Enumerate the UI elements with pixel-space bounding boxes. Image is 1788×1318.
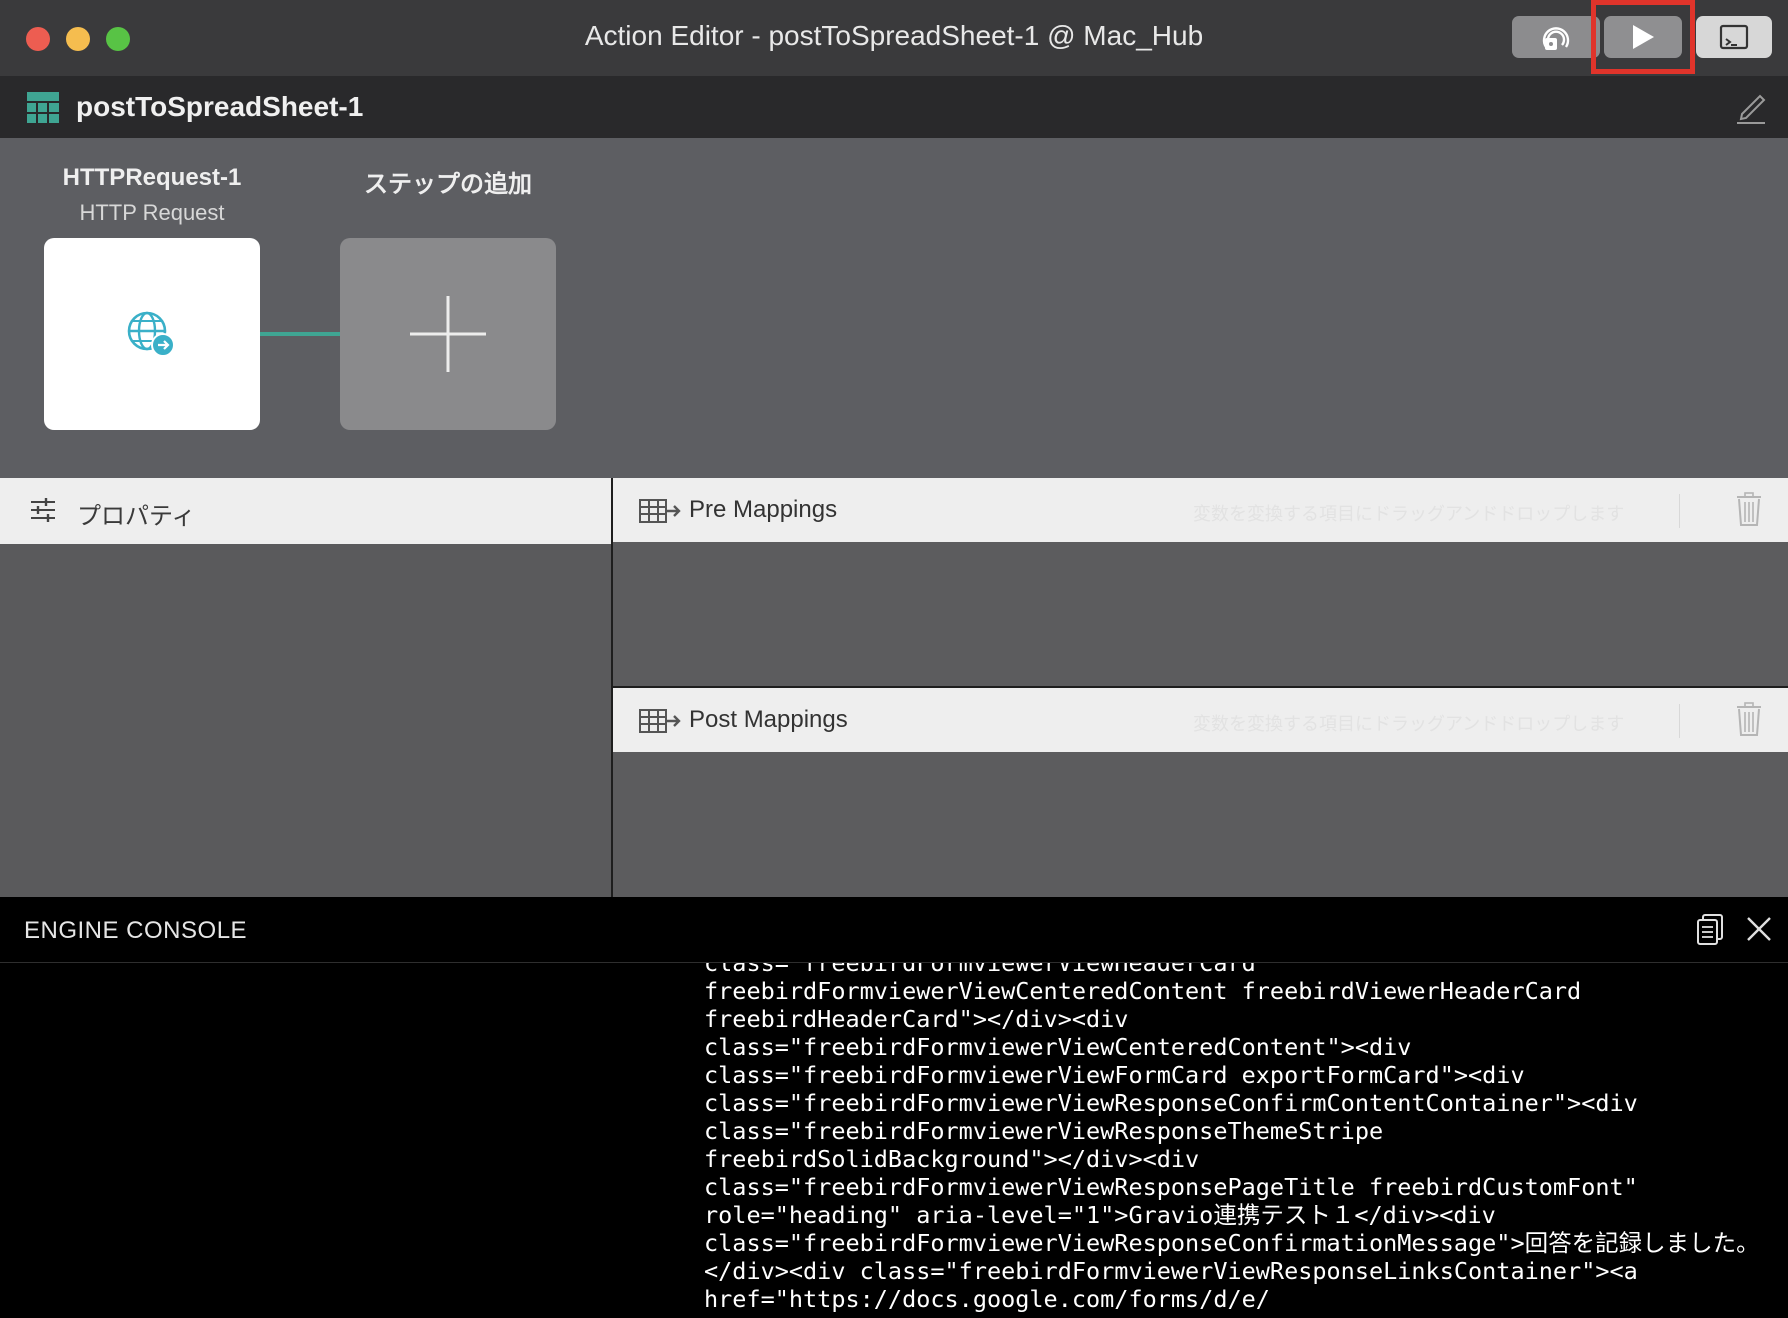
console-header: ENGINE CONSOLE bbox=[0, 897, 1788, 963]
pre-mappings-label: Pre Mappings bbox=[689, 496, 838, 523]
trash-icon[interactable] bbox=[1736, 492, 1762, 526]
post-mappings-area[interactable] bbox=[613, 752, 1788, 897]
mapping-arrow-icon bbox=[639, 499, 681, 523]
log-line: </div><div class="freebirdFormviewerView… bbox=[704, 1257, 1638, 1285]
step-subtitle: HTTP Request bbox=[79, 200, 225, 225]
engine-console: ENGINE CONSOLE class="freebirdFormviewer… bbox=[0, 897, 1788, 1318]
log-line: freebirdHeaderCard"></div><div bbox=[704, 1005, 1129, 1033]
log-line: class="freebirdFormviewerViewResponseCon… bbox=[704, 1229, 1760, 1257]
log-line: href="https://docs.google.com/forms/d/e/ bbox=[704, 1285, 1270, 1313]
properties-panel bbox=[0, 544, 611, 897]
log-line: class="freebirdFormviewerViewHeaderCard bbox=[704, 963, 1256, 977]
broadcast-button[interactable] bbox=[1512, 16, 1600, 58]
header-separator bbox=[1679, 494, 1680, 528]
broadcast-tag-icon bbox=[1542, 27, 1570, 50]
console-title: ENGINE CONSOLE bbox=[24, 917, 248, 944]
log-line: freebirdSolidBackground"></div><div bbox=[704, 1145, 1200, 1173]
properties-header: プロパティ bbox=[0, 478, 611, 544]
add-step-button[interactable] bbox=[340, 238, 556, 430]
console-toggle-button[interactable] bbox=[1696, 16, 1772, 58]
log-line: class="freebirdFormviewerViewResponsePag… bbox=[704, 1173, 1638, 1201]
post-mappings-hint: 変数を変換する項目にドラッグアンドドロップします bbox=[1193, 714, 1625, 734]
log-line: class="freebirdFormviewerViewFormCard ex… bbox=[704, 1061, 1525, 1089]
action-grid-icon bbox=[27, 92, 59, 123]
terminal-icon bbox=[1719, 24, 1749, 50]
plus-icon bbox=[410, 296, 486, 372]
header-separator bbox=[1679, 704, 1680, 738]
title-bar: Action Editor - postToSpreadSheet-1 @ Ma… bbox=[0, 0, 1788, 76]
copy-icon[interactable] bbox=[1696, 914, 1724, 946]
step-connector bbox=[260, 332, 340, 336]
run-button-highlight bbox=[1591, 0, 1695, 74]
log-line: class="freebirdFormviewerViewResponseThe… bbox=[704, 1117, 1384, 1145]
close-icon[interactable] bbox=[1744, 914, 1774, 944]
properties-label: プロパティ bbox=[77, 503, 196, 530]
action-header: postToSpreadSheet-1 bbox=[0, 76, 1788, 138]
log-line: class="freebirdFormviewerViewResponseCon… bbox=[704, 1089, 1638, 1117]
step-card-http-request[interactable] bbox=[44, 238, 260, 430]
globe-arrow-icon bbox=[127, 311, 175, 357]
sliders-icon bbox=[31, 498, 55, 522]
log-line: class="freebirdFormviewerViewCenteredCon… bbox=[704, 1033, 1412, 1061]
pre-mappings-area[interactable] bbox=[613, 542, 1788, 686]
steps-canvas: HTTPRequest-1 HTTP Request ステップの追加 bbox=[0, 138, 1788, 478]
post-mappings-header: Post Mappings 変数を変換する項目にドラッグアンドドロップします bbox=[613, 688, 1788, 752]
log-line: freebirdFormviewerViewCenteredContent fr… bbox=[704, 977, 1582, 1005]
mapping-arrow-icon bbox=[639, 709, 681, 733]
log-line: role="heading" aria-level="1">Gravio連携テス… bbox=[704, 1201, 1496, 1229]
action-name: postToSpreadSheet-1 bbox=[76, 91, 364, 122]
pre-mappings-hint: 変数を変換する項目にドラッグアンドドロップします bbox=[1193, 504, 1625, 524]
console-log[interactable]: class="freebirdFormviewerViewHeaderCard … bbox=[704, 963, 1784, 1318]
post-mappings-label: Post Mappings bbox=[689, 706, 848, 733]
edit-pencil-icon[interactable] bbox=[1734, 88, 1768, 126]
add-step-title: ステップの追加 bbox=[364, 171, 532, 198]
trash-icon[interactable] bbox=[1736, 702, 1762, 736]
step-title: HTTPRequest-1 bbox=[62, 164, 242, 191]
pre-mappings-header: Pre Mappings 変数を変換する項目にドラッグアンドドロップします bbox=[613, 478, 1788, 542]
